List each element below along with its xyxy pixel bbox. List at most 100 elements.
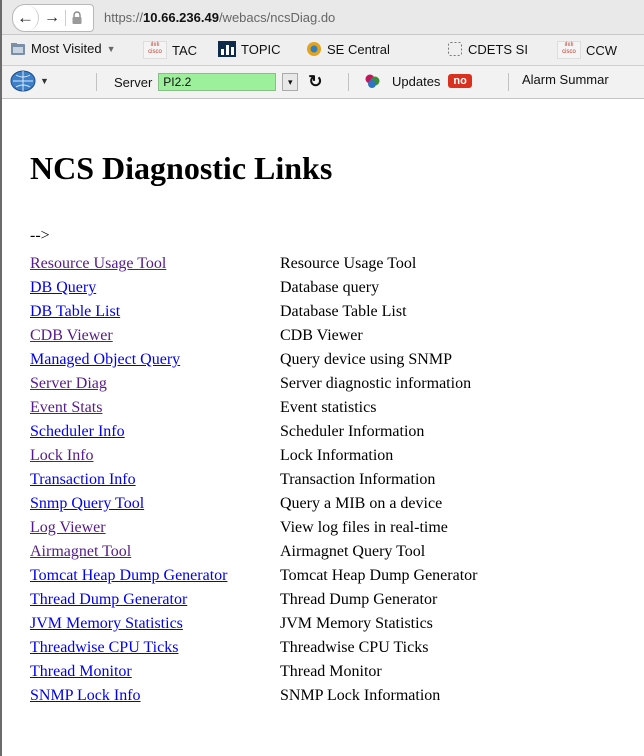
bookmark-most-visited[interactable]: Most Visited ▼ xyxy=(10,41,116,56)
table-row: DB Query Database query xyxy=(30,276,477,300)
table-row: Threadwise CPU Ticks Threadwise CPU Ticks xyxy=(30,636,477,660)
bookmark-se-central[interactable]: SE Central xyxy=(306,41,390,57)
link-description: Query device using SNMP xyxy=(280,351,452,368)
table-row: Transaction Info Transaction Information xyxy=(30,468,477,492)
diagnostic-link[interactable]: SNMP Lock Info xyxy=(30,687,141,704)
toolbar-separator xyxy=(508,73,509,91)
link-description: Threadwise CPU Ticks xyxy=(280,639,429,656)
diagnostic-link[interactable]: Thread Dump Generator xyxy=(30,591,187,608)
se-central-icon xyxy=(307,42,321,56)
back-arrow-icon: ← xyxy=(17,8,34,27)
link-cell: Managed Object Query xyxy=(30,348,280,372)
link-cell: SNMP Lock Info xyxy=(30,684,280,708)
cisco-logo-icon: ılıılı cisco xyxy=(557,41,581,59)
bookmark-cdets-si[interactable]: CDETS SI xyxy=(447,41,528,57)
url-scheme: https:// xyxy=(104,9,144,25)
server-label: Server xyxy=(114,74,153,90)
diagnostic-link[interactable]: DB Table List xyxy=(30,303,120,320)
link-cell: JVM Memory Statistics xyxy=(30,612,280,636)
updates-button[interactable]: Updates no xyxy=(364,72,472,90)
link-cell: Snmp Query Tool xyxy=(30,492,280,516)
server-selector-group: Server PI2.2 ▾ ↻ xyxy=(114,72,323,92)
link-description: Scheduler Information xyxy=(280,423,425,440)
diagnostic-link[interactable]: Lock Info xyxy=(30,447,94,464)
link-description: Database Table List xyxy=(280,303,407,320)
extension-toolbar: ▼ Server PI2.2 ▾ ↻ Updates no Alarm Summ… xyxy=(2,66,644,99)
table-row: Resource Usage Tool Resource Usage Tool xyxy=(30,252,477,276)
diagnostic-link[interactable]: Airmagnet Tool xyxy=(30,543,131,560)
diagnostic-link[interactable]: DB Query xyxy=(30,279,96,296)
link-cell: Airmagnet Tool xyxy=(30,540,280,564)
table-row: SNMP Lock Info SNMP Lock Information xyxy=(30,684,477,708)
address-field[interactable]: https://10.66.236.49/webacs/ncsDiag.do xyxy=(104,4,644,30)
table-row: DB Table List Database Table List xyxy=(30,300,477,324)
link-description: Thread Dump Generator xyxy=(280,591,438,608)
link-description: SNMP Lock Information xyxy=(280,687,441,704)
window-left-border xyxy=(0,0,2,756)
table-row: CDB Viewer CDB Viewer xyxy=(30,324,477,348)
server-dropdown-button[interactable]: ▾ xyxy=(282,73,299,91)
link-cell: Server Diag xyxy=(30,372,280,396)
nav-button-group: ← → xyxy=(12,4,94,32)
diagnostic-link[interactable]: Thread Monitor xyxy=(30,663,132,680)
table-row: JVM Memory Statistics JVM Memory Statisti… xyxy=(30,612,477,636)
link-cell: Tomcat Heap Dump Generator xyxy=(30,564,280,588)
table-row: Managed Object Query Query device using S… xyxy=(30,348,477,372)
diagnostic-link[interactable]: Threadwise CPU Ticks xyxy=(30,639,178,656)
diagnostic-link[interactable]: Transaction Info xyxy=(30,471,136,488)
bookmark-topic[interactable]: TOPIC xyxy=(218,41,281,57)
link-cell: Transaction Info xyxy=(30,468,280,492)
updates-label: Updates xyxy=(392,73,441,89)
link-description: Thread Monitor xyxy=(280,663,382,680)
table-row: Scheduler Info Scheduler Information xyxy=(30,420,477,444)
table-row: Log Viewer View log files in real-time xyxy=(30,516,477,540)
link-cell: Thread Dump Generator xyxy=(30,588,280,612)
dashed-page-icon xyxy=(448,42,462,56)
diagnostic-link[interactable]: Resource Usage Tool xyxy=(30,255,166,272)
link-cell: CDB Viewer xyxy=(30,324,280,348)
table-row: Snmp Query Tool Query a MIB on a device xyxy=(30,492,477,516)
link-cell: Lock Info xyxy=(30,444,280,468)
diagnostic-link[interactable]: JVM Memory Statistics xyxy=(30,615,183,632)
toolbar-separator xyxy=(96,73,97,91)
updates-icon xyxy=(365,74,380,88)
bookmark-label: CCW xyxy=(586,42,618,58)
link-description: Resource Usage Tool xyxy=(280,255,417,272)
refresh-icon[interactable]: ↻ xyxy=(308,72,322,92)
back-button[interactable]: ← xyxy=(13,5,39,31)
link-description: Lock Information xyxy=(280,447,394,464)
toolbar-separator xyxy=(348,73,349,91)
link-description: Server diagnostic information xyxy=(280,375,472,392)
link-cell: Thread Monitor xyxy=(30,660,280,684)
diagnostic-link[interactable]: Managed Object Query xyxy=(30,351,180,368)
url-path: /webacs/ncsDiag.do xyxy=(218,9,336,25)
forward-arrow-icon: → xyxy=(44,9,60,26)
server-select[interactable]: PI2.2 xyxy=(158,73,277,91)
bookmark-label: Most Visited xyxy=(31,41,102,56)
updates-count-badge: no xyxy=(448,74,472,88)
diagnostic-link[interactable]: Event Stats xyxy=(30,399,102,416)
globe-icon xyxy=(10,70,36,92)
table-row: Lock Info Lock Information xyxy=(30,444,477,468)
topic-bars-icon xyxy=(218,41,236,57)
bookmark-ccw[interactable]: ılıılı cisco CCW xyxy=(557,41,617,59)
link-description: View log files in real-time xyxy=(280,519,448,536)
diagnostic-link[interactable]: Log Viewer xyxy=(30,519,106,536)
globe-menu-button[interactable]: ▼ xyxy=(10,70,49,92)
diagnostic-link[interactable]: CDB Viewer xyxy=(30,327,113,344)
link-description: Airmagnet Query Tool xyxy=(280,543,426,560)
forward-button[interactable]: → xyxy=(41,5,63,31)
alarm-summary-label: Alarm Summar xyxy=(522,72,609,87)
diagnostic-link[interactable]: Scheduler Info xyxy=(30,423,125,440)
stray-comment-text: --> xyxy=(30,227,50,244)
diagnostic-link[interactable]: Snmp Query Tool xyxy=(30,495,144,512)
link-description: JVM Memory Statistics xyxy=(280,615,433,632)
bookmark-tac[interactable]: ılıılı cisco TAC xyxy=(143,41,197,59)
diagnostic-link[interactable]: Tomcat Heap Dump Generator xyxy=(30,567,227,584)
nav-separator xyxy=(65,10,66,26)
alarm-summary-button[interactable]: Alarm Summar xyxy=(522,72,609,87)
bookmark-label: TAC xyxy=(172,42,198,58)
diagnostic-link[interactable]: Server Diag xyxy=(30,375,107,392)
chevron-down-icon: ▼ xyxy=(40,76,49,86)
bookmarks-bar: Most Visited ▼ ılıılı cisco TAC TOPIC SE … xyxy=(2,35,644,66)
